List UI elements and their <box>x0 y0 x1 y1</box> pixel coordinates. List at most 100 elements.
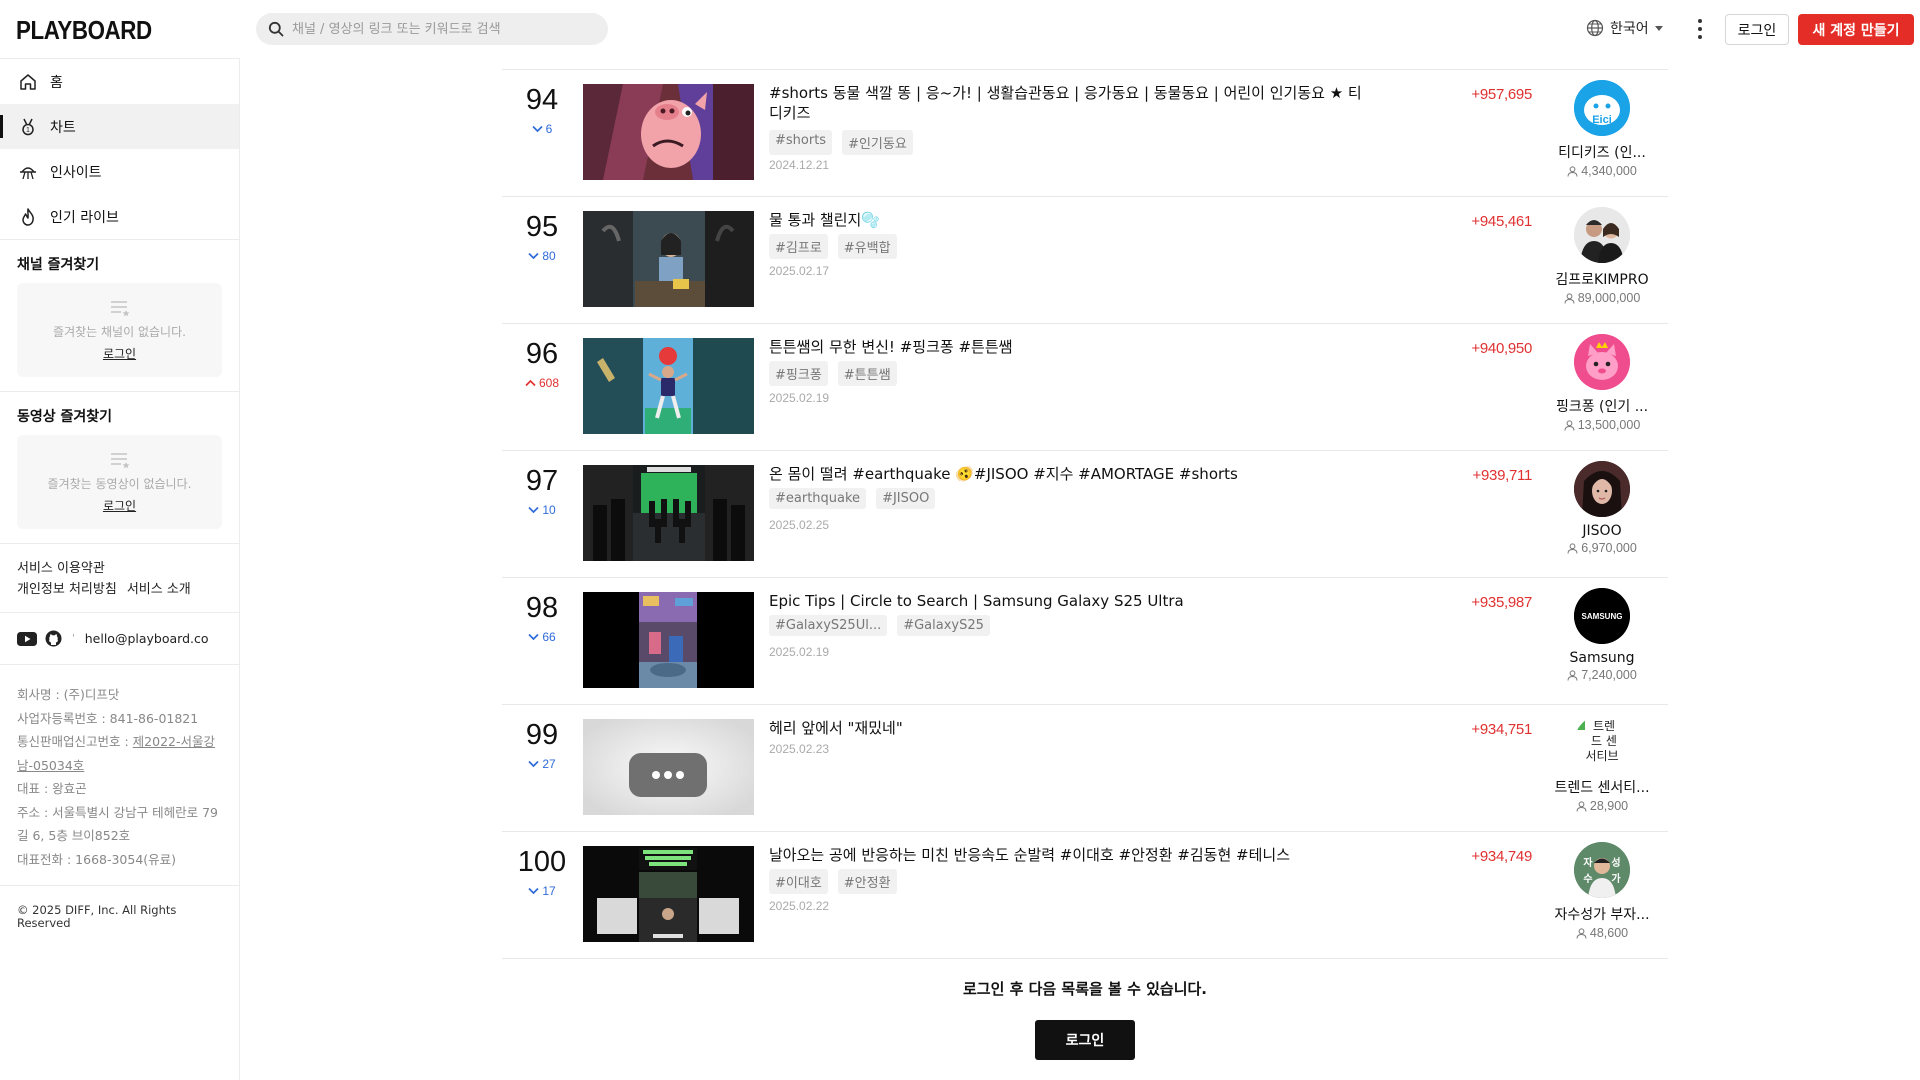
video-title[interactable]: 튼튼쌤의 무한 변신! #핑크퐁 #튼튼쌤 <box>769 337 1369 357</box>
insight-icon <box>18 162 38 182</box>
video-tag[interactable]: #earthquake <box>769 488 867 509</box>
video-title[interactable]: Epic Tips | Circle to Search | Samsung G… <box>769 591 1369 611</box>
channel-avatar[interactable]: Eici <box>1574 80 1630 136</box>
video-tag[interactable]: #김프로 <box>769 234 828 259</box>
playboard-logo[interactable]: PLAYBOARD <box>16 15 152 46</box>
channel-name[interactable]: Samsung <box>1537 650 1667 666</box>
channel-info[interactable]: 김프로KIMPRO 89,000,000 <box>1537 207 1667 305</box>
search-bar[interactable] <box>256 13 608 45</box>
video-tag[interactable]: #shorts <box>769 130 833 155</box>
github-icon[interactable] <box>45 630 62 647</box>
channel-info[interactable]: Eici 티디키즈 (인... 4,340,000 <box>1537 80 1667 178</box>
login-button[interactable]: 로그인 <box>1725 14 1789 45</box>
chart-row[interactable]: 96 608 튼튼쌤의 무한 변신! #핑크퐁 #튼튼쌤 #핑크퐁 #튼튼쌤 2… <box>502 324 1668 451</box>
channel-info[interactable]: 자 성수 가 자수성가 부자... 48,600 <box>1537 842 1667 940</box>
svg-text:1: 1 <box>26 127 30 134</box>
about-link[interactable]: 서비스 소개 <box>127 582 191 597</box>
business-number: 사업자등록번호 : 841-86-01821 <box>17 710 199 726</box>
sidebar-nav: 홈 1 차트 인사이트 인기 라이브 <box>0 58 239 239</box>
video-thumbnail[interactable] <box>583 84 754 180</box>
company-info: 회사명 : (주)디프닷 사업자등록번호 : 841-86-01821 통신판매… <box>0 664 239 885</box>
terms-link[interactable]: 서비스 이용약관 <box>17 561 105 576</box>
chart-row[interactable]: 97 10 온 몸이 떨려 #earthquake 🫨#JISOO #지수 #A… <box>502 451 1668 578</box>
more-menu-icon[interactable] <box>1692 17 1708 41</box>
ecommerce-registration: 통신판매업신고번호 : 제2022-서울강남-05034호 <box>17 730 222 777</box>
list-star-icon <box>110 300 129 316</box>
channel-name[interactable]: 티디키즈 (인... <box>1537 142 1667 162</box>
rank-number: 98 <box>525 592 559 624</box>
video-thumbnail[interactable] <box>583 592 754 688</box>
search-icon <box>268 21 284 37</box>
channel-name[interactable]: 트렌드 센서티... <box>1537 777 1667 797</box>
channel-avatar[interactable] <box>1574 207 1630 263</box>
video-tag[interactable]: #GalaxyS25 <box>897 615 990 636</box>
video-thumbnail[interactable] <box>583 338 754 434</box>
sidebar-item-label: 차트 <box>50 119 76 136</box>
video-tag[interactable]: #이대호 <box>769 869 828 894</box>
chevron-down-icon <box>528 633 539 641</box>
login-button-bottom[interactable]: 로그인 <box>1035 1020 1135 1060</box>
video-title[interactable]: 날아오는 공에 반응하는 미친 반응속도 순발력 #이대호 #안정환 #김동현 … <box>769 845 1369 865</box>
tag-list: #이대호 #안정환 <box>769 869 907 894</box>
chart-row[interactable]: 94 6 #shorts 동물 색깔 똥 | 응~가! | 생활습관동요 | 응… <box>502 70 1668 197</box>
caret-down-icon <box>1654 25 1663 31</box>
subscriber-value: 48,600 <box>1589 926 1629 940</box>
channel-info[interactable]: 트렌 드 센 서티브 트렌드 센서티... 28,900 <box>1537 715 1667 813</box>
privacy-link[interactable]: 개인정보 처리방침 <box>17 582 117 597</box>
video-title[interactable]: 헤리 앞에서 "재밌네" <box>769 718 1369 738</box>
channel-info[interactable]: SAMSUNG Samsung 7,240,000 <box>1537 588 1667 682</box>
video-thumbnail[interactable] <box>583 846 754 942</box>
channel-name[interactable]: 자수성가 부자... <box>1537 904 1667 924</box>
view-increase: +939,711 <box>1472 467 1533 484</box>
video-tag[interactable]: #JISOO <box>876 488 936 509</box>
sidebar-item-insight[interactable]: 인사이트 <box>0 149 239 194</box>
video-tag[interactable]: #GalaxyS25Ul... <box>769 615 888 636</box>
channel-info[interactable]: 핑크퐁 (인기 ... 13,500,000 <box>1537 334 1667 432</box>
video-tag[interactable]: #유백합 <box>837 234 897 259</box>
video-title[interactable]: #shorts 동물 색깔 똥 | 응~가! | 생활습관동요 | 응가동요 |… <box>769 83 1369 123</box>
login-required-message: 로그인 후 다음 목록을 볼 수 있습니다. <box>962 980 1208 998</box>
language-selector[interactable]: 한국어 <box>1586 18 1663 38</box>
channel-name[interactable]: 김프로KIMPRO <box>1537 269 1667 289</box>
subscriber-value: 13,500,000 <box>1577 418 1641 432</box>
video-title[interactable]: 온 몸이 떨려 #earthquake 🫨#JISOO #지수 #AMORTAG… <box>769 464 1369 484</box>
chart-row[interactable]: 99 27 헤리 앞에서 "재밌네" 2025.02.23 +934,751 트… <box>502 705 1668 832</box>
chart-row[interactable]: 95 80 물 통과 챌린지🫧 #김프로 #유백합 2025.02.17 +94… <box>502 197 1668 324</box>
favorites-login-link[interactable]: 로그인 <box>103 345 136 362</box>
favorites-login-link[interactable]: 로그인 <box>103 497 136 514</box>
signup-button[interactable]: 새 계정 만들기 <box>1798 14 1914 45</box>
video-tag[interactable]: #인기동요 <box>842 130 913 155</box>
person-icon <box>1576 927 1587 939</box>
youtube-icon[interactable] <box>17 631 37 646</box>
video-title[interactable]: 물 통과 챌린지🫧 <box>769 210 1369 230</box>
chart-list: 94 6 #shorts 동물 색깔 똥 | 응~가! | 생활습관동요 | 응… <box>502 69 1668 959</box>
video-tag[interactable]: #안정환 <box>837 869 897 894</box>
sidebar-item-home[interactable]: 홈 <box>0 59 239 104</box>
subscriber-count: 89,000,000 <box>1537 291 1667 305</box>
video-thumbnail[interactable] <box>583 211 754 307</box>
sidebar-item-live[interactable]: 인기 라이브 <box>0 194 239 239</box>
video-favorites-empty: 즐겨찾는 동영상이 없습니다. 로그인 <box>17 435 222 529</box>
video-thumbnail-placeholder[interactable] <box>583 719 754 815</box>
chart-row[interactable]: 98 66 Epic Tips | Circle to Search | Sam… <box>502 578 1668 705</box>
sidebar-item-chart[interactable]: 1 차트 <box>0 104 239 149</box>
search-input[interactable] <box>292 21 592 37</box>
contact-email[interactable]: hello@playboard.co <box>85 631 209 646</box>
video-tag[interactable]: #핑크퐁 <box>769 361 828 386</box>
channel-avatar[interactable]: SAMSUNG <box>1574 588 1630 644</box>
channel-name[interactable]: JISOO <box>1537 523 1667 539</box>
channel-avatar[interactable] <box>1574 334 1630 390</box>
channel-avatar-broken[interactable]: 트렌 드 센 서티브 <box>1574 715 1630 771</box>
medal-icon: 1 <box>18 117 38 137</box>
channel-info[interactable]: JISOO 6,970,000 <box>1537 461 1667 555</box>
video-tag[interactable]: #튼튼쌤 <box>837 361 897 386</box>
rank-change-value: 27 <box>542 757 556 771</box>
sidebar-item-label: 홈 <box>50 74 63 91</box>
channel-avatar[interactable]: 자 성수 가 <box>1574 842 1630 898</box>
chart-row[interactable]: 100 17 날아오는 공에 반응하는 미친 반응속도 순발력 #이대호 #안정… <box>502 832 1668 959</box>
top-bar: PLAYBOARD 한국어 로그인 새 계정 만들기 <box>0 0 1920 58</box>
channel-name[interactable]: 핑크퐁 (인기 ... <box>1537 396 1667 416</box>
video-thumbnail[interactable] <box>583 465 754 561</box>
channel-avatar[interactable] <box>1574 461 1630 517</box>
rank-change-value: 17 <box>542 884 556 898</box>
